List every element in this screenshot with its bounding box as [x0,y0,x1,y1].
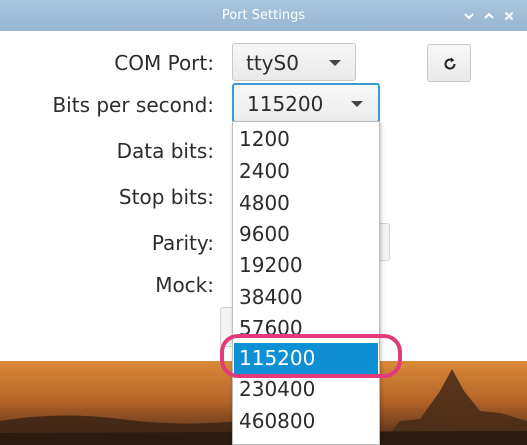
selection-highlight-annotation [220,334,402,378]
option-38400[interactable]: 38400 [234,282,378,313]
maximize-icon[interactable] [482,9,496,23]
option-2400[interactable]: 2400 [234,156,378,187]
stop-bits-label: Stop bits: [118,185,214,209]
port-settings-window: Port Settings COM Port: ttyS0 Bits per s… [0,0,527,445]
bits-per-second-label: Bits per second: [52,93,214,117]
option-4800[interactable]: 4800 [234,188,378,219]
parity-label: Parity: [151,231,214,255]
window-title: Port Settings [221,8,306,23]
option-9600[interactable]: 9600 [234,219,378,250]
title-bar[interactable]: Port Settings [0,0,527,31]
data-bits-label: Data bits: [116,139,214,163]
bits-per-second-dropdown[interactable]: 1200 2400 4800 9600 19200 38400 57600 11… [232,121,380,445]
bits-per-second-select[interactable]: 115200 [232,83,380,123]
refresh-button[interactable] [427,44,471,82]
refresh-icon [444,57,456,70]
mock-label: Mock: [155,273,214,297]
com-port-value: ttyS0 [246,51,299,75]
minimize-icon[interactable] [462,9,476,23]
option-460800[interactable]: 460800 [234,406,378,437]
chevron-down-icon [351,101,363,107]
option-19200[interactable]: 19200 [234,250,378,281]
bits-per-second-value: 115200 [247,92,324,116]
close-icon[interactable] [502,9,516,23]
chevron-down-icon [329,60,341,66]
com-port-label: COM Port: [114,51,214,75]
com-port-select[interactable]: ttyS0 [232,43,356,81]
option-230400[interactable]: 230400 [234,374,378,405]
option-1200[interactable]: 1200 [234,124,378,155]
